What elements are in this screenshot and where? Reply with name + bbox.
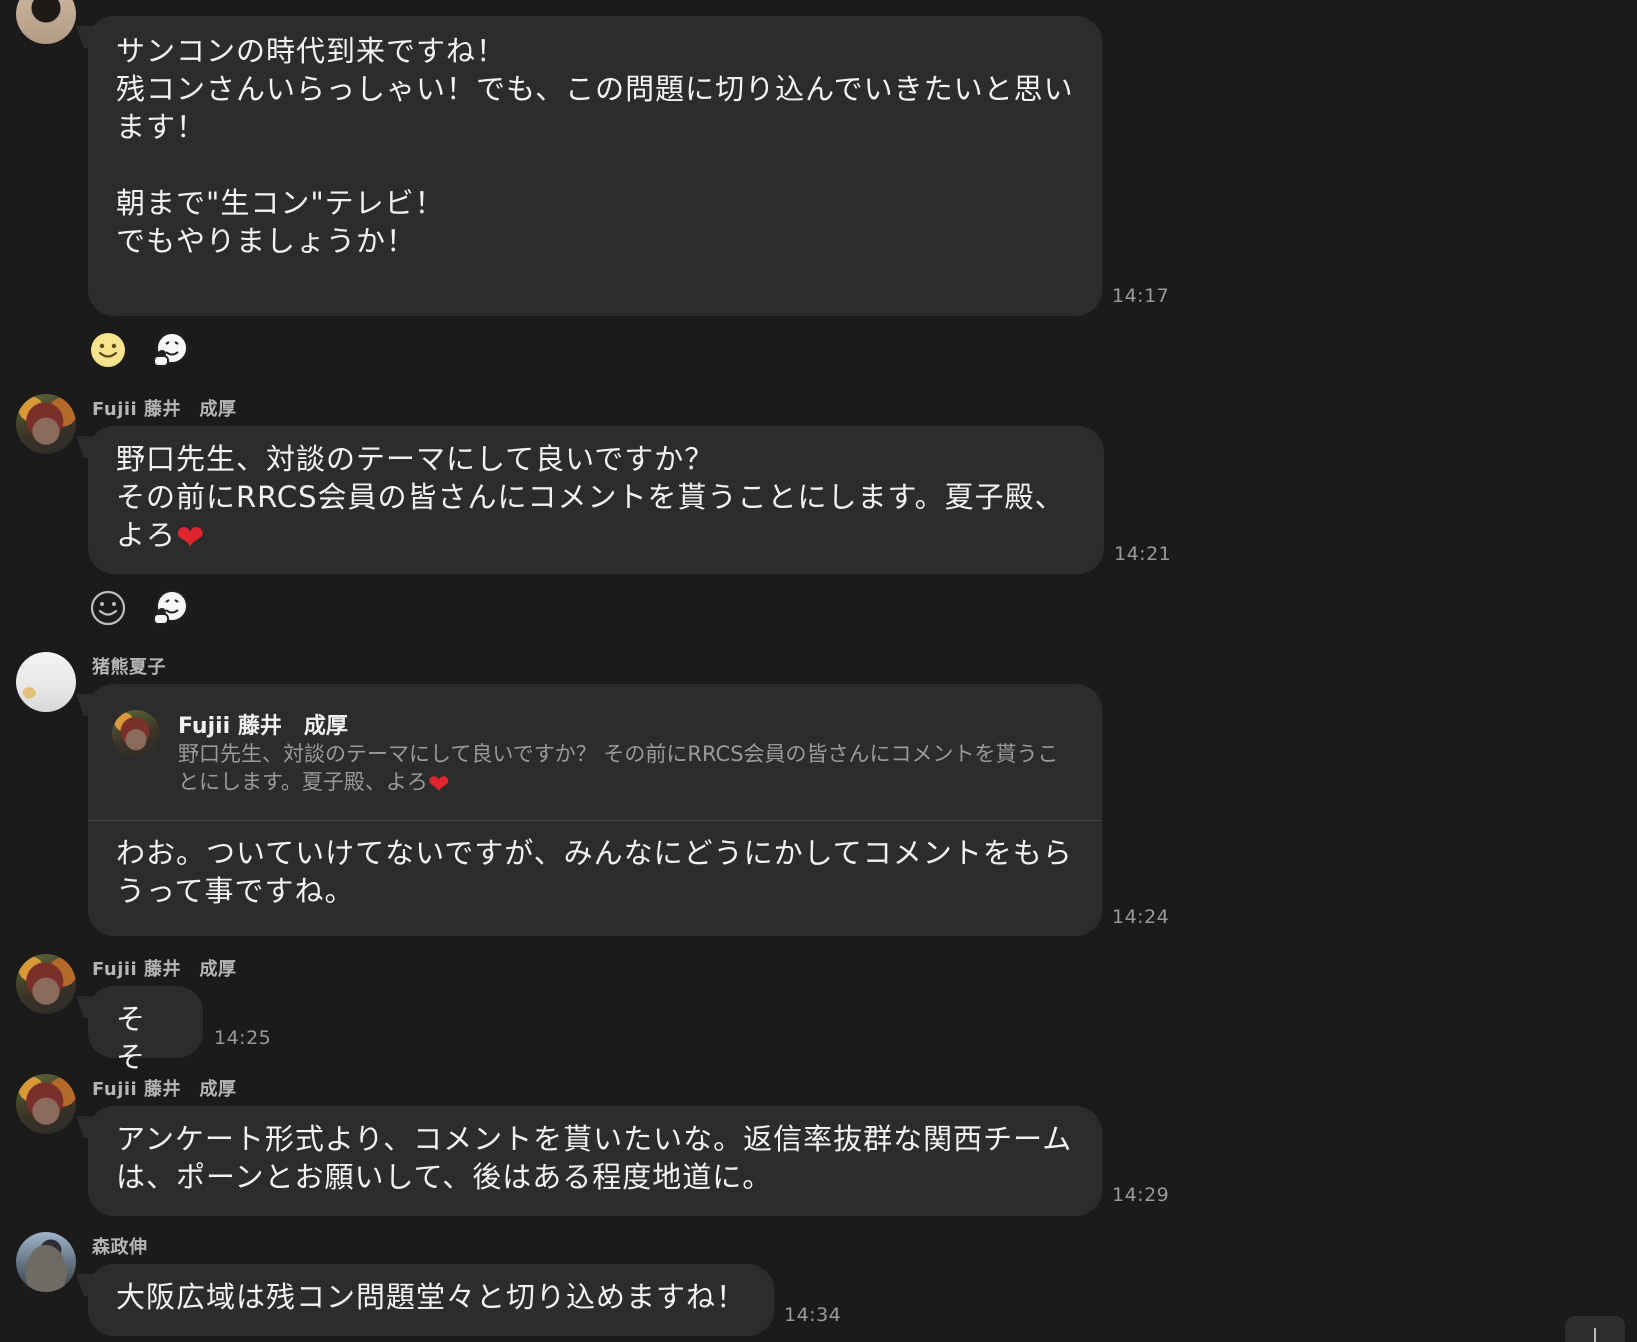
avatar[interactable] xyxy=(16,1074,76,1134)
quoted-text: 野口先生、対談のテーマにして良いですか？ その前にRRCS会員の皆さんにコメント… xyxy=(178,742,1059,794)
sender-name: 森政伸 xyxy=(92,1237,148,1258)
reply-text: わお。ついていけてないですが、みんなにどうにかしてコメントをもらうって事ですね。 xyxy=(116,836,1073,908)
message-time: 14:29 xyxy=(1112,1184,1170,1206)
message-bubble[interactable]: サンコンの時代到来ですね！ 残コンさんいらっしゃい！でも、この問題に切り込んでい… xyxy=(88,16,1102,316)
avatar[interactable] xyxy=(16,0,76,44)
message-text: 野口先生、対談のテーマにして良いですか？ その前にRRCS会員の皆さんにコメント… xyxy=(116,442,1065,552)
hugging-face-sticker[interactable] xyxy=(150,588,190,628)
sender-name: 猪熊夏子 xyxy=(92,657,166,678)
sender-name: Fujii 藤井 成厚 xyxy=(92,399,237,420)
chat-message-list[interactable]: サンコンの時代到来ですね！ 残コンさんいらっしゃい！でも、この問題に切り込んでい… xyxy=(0,0,1637,1342)
quoted-message[interactable]: 野口先生、対談のテーマにして良いですか？ その前にRRCS会員の皆さんにコメント… xyxy=(178,740,1078,798)
message-time: 14:25 xyxy=(214,1027,272,1049)
message-bubble[interactable]: アンケート形式より、コメントを貰いたいな。返信率抜群な関西チームは、ポーンとお願… xyxy=(88,1106,1102,1216)
message-time: 14:24 xyxy=(1112,906,1170,928)
reply-bubble[interactable]: Fujii 藤井 成厚 野口先生、対談のテーマにして良いですか？ その前にRRC… xyxy=(88,684,1102,936)
message-time: 14:21 xyxy=(1114,543,1172,565)
message-bubble[interactable]: 野口先生、対談のテーマにして良いですか？ その前にRRCS会員の皆さんにコメント… xyxy=(88,426,1104,574)
sender-name: Fujii 藤井 成厚 xyxy=(92,959,237,980)
hugging-face-sticker[interactable] xyxy=(150,330,190,370)
heart-emoji: ❤ xyxy=(427,770,450,800)
quoted-avatar xyxy=(112,710,160,758)
avatar[interactable] xyxy=(16,394,76,454)
message-time: 14:34 xyxy=(784,1304,842,1326)
smile-emoji-reaction[interactable] xyxy=(88,330,128,370)
heart-emoji: ❤ xyxy=(176,518,206,558)
sender-name: Fujii 藤井 成厚 xyxy=(92,1079,237,1100)
quoted-sender-name: Fujii 藤井 成厚 xyxy=(178,714,348,739)
avatar[interactable] xyxy=(16,1232,76,1292)
add-reaction-icon[interactable] xyxy=(88,588,128,628)
scroll-to-bottom-button[interactable] xyxy=(1565,1316,1625,1342)
avatar[interactable] xyxy=(16,652,76,712)
quote-divider xyxy=(88,820,1102,821)
message-bubble[interactable]: 大阪広域は残コン問題堂々と切り込めますね！ xyxy=(88,1264,774,1336)
avatar[interactable] xyxy=(16,954,76,1014)
message-time: 14:17 xyxy=(1112,285,1170,307)
message-bubble[interactable]: そそ xyxy=(88,986,203,1074)
